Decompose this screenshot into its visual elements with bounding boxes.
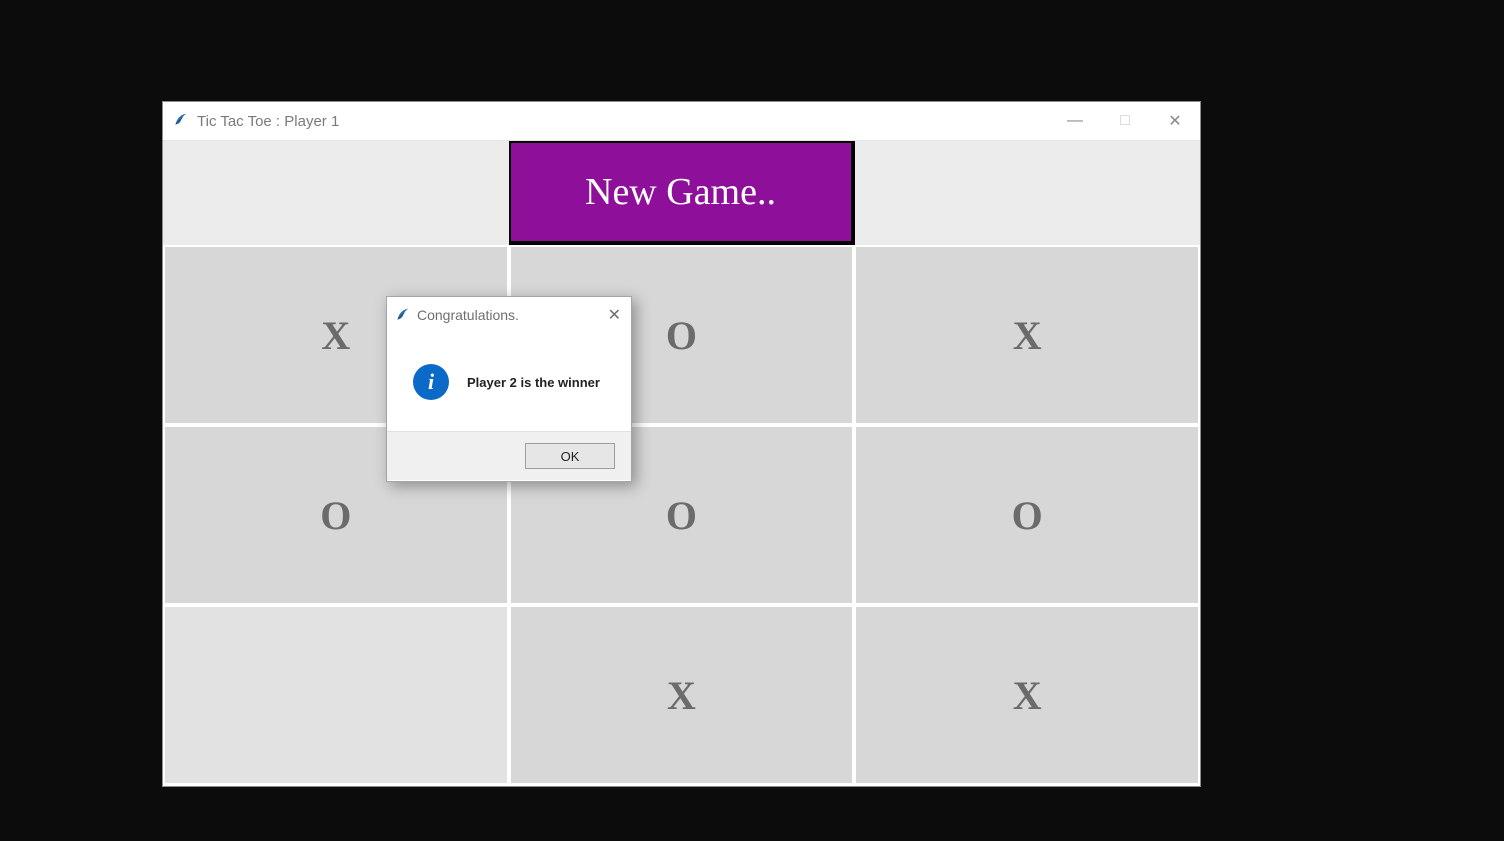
cell-mark: X [321, 312, 350, 359]
minimize-button[interactable]: — [1050, 102, 1100, 140]
cell-1-2[interactable]: O [854, 425, 1200, 605]
new-game-label: New Game.. [585, 170, 776, 214]
winner-dialog: Congratulations. ✕ i Player 2 is the win… [386, 296, 632, 482]
titlebar[interactable]: Tic Tac Toe : Player 1 — □ ✕ [163, 102, 1200, 140]
dialog-app-icon [395, 306, 411, 325]
cell-mark: O [1012, 492, 1043, 539]
dialog-body: i Player 2 is the winner [387, 333, 631, 431]
cell-mark: X [667, 672, 696, 719]
dialog-footer: OK [387, 431, 631, 480]
new-game-button[interactable]: New Game.. [509, 141, 855, 245]
game-board: X O X O O O X X [163, 245, 1200, 785]
cell-2-0[interactable] [163, 605, 509, 785]
cell-mark: X [1013, 312, 1042, 359]
cell-2-1[interactable]: X [509, 605, 855, 785]
dialog-titlebar[interactable]: Congratulations. ✕ [387, 297, 631, 333]
cell-mark: O [666, 312, 697, 359]
maximize-button[interactable]: □ [1100, 102, 1150, 140]
cell-mark: O [320, 492, 351, 539]
info-icon: i [413, 364, 449, 400]
cell-2-2[interactable]: X [854, 605, 1200, 785]
game-window: Tic Tac Toe : Player 1 — □ ✕ New Game.. … [162, 101, 1201, 787]
dialog-close-button[interactable]: ✕ [608, 305, 621, 325]
window-controls: — □ ✕ [1050, 102, 1200, 140]
ok-button[interactable]: OK [525, 443, 615, 469]
app-icon [173, 111, 189, 132]
close-button[interactable]: ✕ [1150, 102, 1200, 140]
cell-0-2[interactable]: X [854, 245, 1200, 425]
window-title: Tic Tac Toe : Player 1 [197, 113, 339, 130]
cell-mark: O [666, 492, 697, 539]
toolbar: New Game.. [163, 140, 1200, 245]
cell-mark: X [1013, 672, 1042, 719]
dialog-message: Player 2 is the winner [467, 375, 600, 390]
dialog-title: Congratulations. [417, 307, 519, 323]
